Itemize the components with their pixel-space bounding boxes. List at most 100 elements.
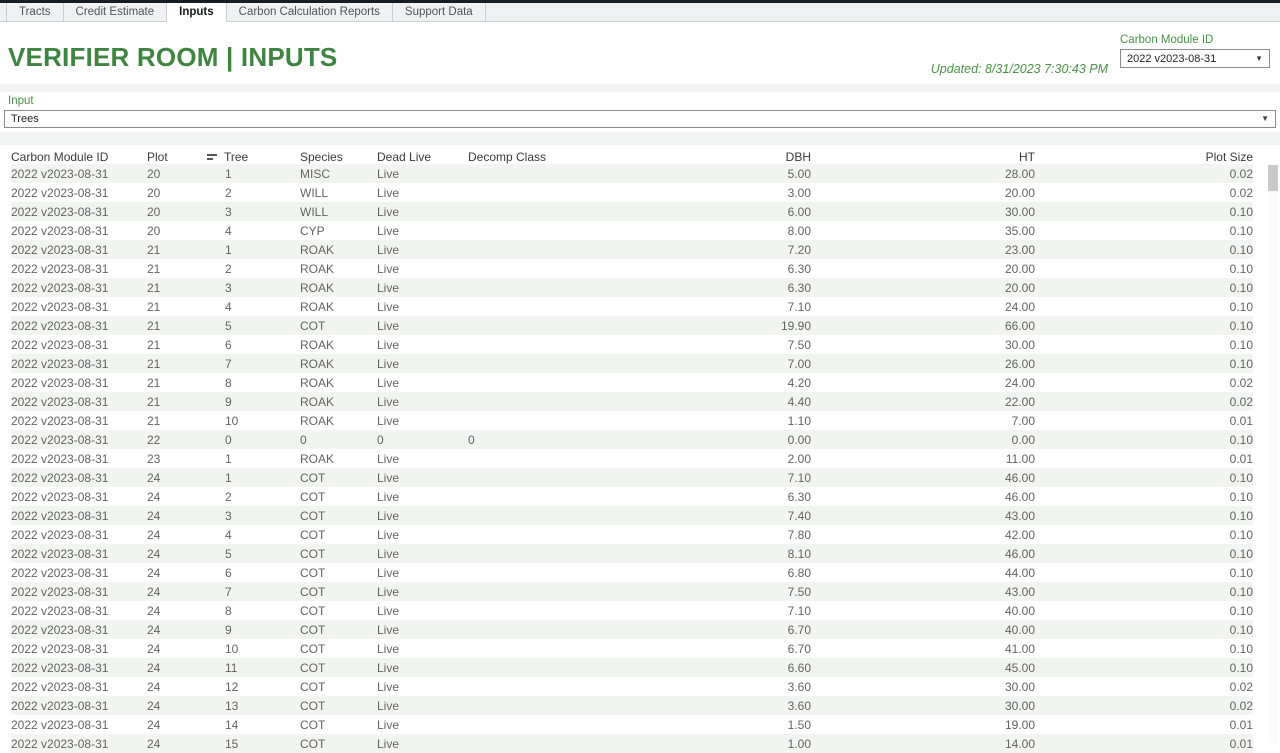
cell-ht: 20.00: [1004, 261, 1035, 276]
cell-dead-live: Live: [377, 696, 468, 715]
cell-dbh: 7.10: [618, 468, 811, 487]
cell-dead-live: Live: [377, 658, 468, 677]
cell-tree: 2: [225, 489, 232, 504]
cell-carbon-module-id: 2022 v2023-08-31: [11, 223, 109, 238]
cell-species: ROAK: [300, 261, 335, 276]
cell-tree: 1: [207, 240, 300, 259]
tab-inputs[interactable]: Inputs: [167, 3, 227, 22]
column-header-ht[interactable]: HT: [811, 147, 1035, 164]
table-row[interactable]: 2022 v2023-08-31 22 0 0 0 0 0.00 0.00 0.10: [11, 430, 1253, 449]
tab-carbon-calculation-reports[interactable]: Carbon Calculation Reports: [226, 3, 393, 21]
table-row[interactable]: 2022 v2023-08-31 24 11 COT Live 6.60 45.00 0.10: [11, 658, 1253, 677]
table-row[interactable]: 2022 v2023-08-31 24 13 COT Live 3.60 30.00 0.02: [11, 696, 1253, 715]
cell-ht: 7.00: [1011, 413, 1035, 428]
scrollbar-thumb[interactable]: [1268, 165, 1278, 191]
table-row[interactable]: 2022 v2023-08-31 20 1 MISC Live 5.00 28.00 0.02: [11, 164, 1253, 183]
cell-carbon-module-id: 2022 v2023-08-31: [11, 451, 109, 466]
vertical-scrollbar[interactable]: [1268, 165, 1278, 743]
tab-credit-estimate[interactable]: Credit Estimate: [63, 3, 168, 21]
cell-plot-size: 0.10: [1229, 223, 1253, 238]
cell-dbh: 3.00: [787, 185, 811, 200]
cell-tree: 9: [207, 392, 300, 411]
cell-plot-size: 0.01: [1229, 413, 1253, 428]
table-row[interactable]: 2022 v2023-08-31 20 3 WILL Live 6.00 30.00 0.10: [11, 202, 1253, 221]
cell-plot-size: 0.10: [1035, 658, 1253, 677]
column-header-species[interactable]: Species: [300, 147, 377, 164]
column-header-plot-size[interactable]: Plot Size: [1035, 147, 1253, 164]
table-row[interactable]: 2022 v2023-08-31 21 3 ROAK Live 6.30 20.00 0.10: [11, 278, 1253, 297]
cell-dead-live: Live: [377, 223, 400, 238]
cell-decomp-class: [468, 734, 618, 753]
cell-dbh: 6.60: [618, 658, 811, 677]
table-row[interactable]: 2022 v2023-08-31 20 4 CYP Live 8.00 35.00 0.10: [11, 221, 1253, 240]
cell-decomp-class: [468, 563, 618, 582]
column-header-tree[interactable]: Tree: [207, 147, 300, 164]
cell-species: COT: [300, 544, 377, 563]
cell-species: ROAK: [300, 375, 335, 390]
cell-ht: 23.00: [811, 240, 1035, 259]
cell-tree: 8: [225, 603, 232, 618]
table-row[interactable]: 2022 v2023-08-31 24 9 COT Live 6.70 40.00 0.10: [11, 620, 1253, 639]
cell-ht: 42.00: [1004, 527, 1035, 542]
cell-carbon-module-id: 2022 v2023-08-31: [11, 354, 147, 373]
table-row[interactable]: 2022 v2023-08-31 24 10 COT Live 6.70 41.00 0.10: [11, 639, 1253, 658]
cell-plot: 21: [147, 299, 161, 314]
cell-plot: 21: [147, 413, 161, 428]
cell-decomp-class: [468, 183, 618, 202]
table-row[interactable]: 2022 v2023-08-31 24 12 COT Live 3.60 30.00 0.02: [11, 677, 1253, 696]
cell-decomp-class: [468, 392, 618, 411]
cell-ht: 46.00: [811, 544, 1035, 563]
input-filter-label: Input: [8, 95, 34, 107]
cell-ht: 30.00: [1004, 337, 1035, 352]
cell-decomp-class: [468, 506, 618, 525]
column-header-decomp-class[interactable]: Decomp Class: [468, 147, 618, 164]
table-row[interactable]: 2022 v2023-08-31 21 5 COT Live 19.90 66.00 0.10: [11, 316, 1253, 335]
table-row[interactable]: 2022 v2023-08-31 24 5 COT Live 8.10 46.00 0.10: [11, 544, 1253, 563]
table-row[interactable]: 2022 v2023-08-31 24 2 COT Live 6.30 46.00 0.10: [11, 487, 1253, 506]
carbon-module-id-block: Carbon Module ID 2022 v2023-08-31 ▼: [1120, 34, 1270, 68]
cell-species: ROAK: [300, 299, 335, 314]
table-row[interactable]: 2022 v2023-08-31 21 8 ROAK Live 4.20 24.00 0.02: [11, 373, 1253, 392]
cell-species: COT: [300, 489, 326, 504]
cell-plot-size: 0.10: [1229, 603, 1253, 618]
table-row[interactable]: 2022 v2023-08-31 21 6 ROAK Live 7.50 30.00 0.10: [11, 335, 1253, 354]
table-row[interactable]: 2022 v2023-08-31 24 14 COT Live 1.50 19.00 0.01: [11, 715, 1253, 734]
cell-carbon-module-id: 2022 v2023-08-31: [11, 164, 147, 183]
table-row[interactable]: 2022 v2023-08-31 21 1 ROAK Live 7.20 23.00 0.10: [11, 240, 1253, 259]
table-row[interactable]: 2022 v2023-08-31 24 7 COT Live 7.50 43.00 0.10: [11, 582, 1253, 601]
table-row[interactable]: 2022 v2023-08-31 24 15 COT Live 1.00 14.00 0.01: [11, 734, 1253, 753]
table-row[interactable]: 2022 v2023-08-31 24 6 COT Live 6.80 44.00 0.10: [11, 563, 1253, 582]
chevron-down-icon: ▼: [1255, 53, 1263, 63]
table-row[interactable]: 2022 v2023-08-31 21 2 ROAK Live 6.30 20.00 0.10: [11, 259, 1253, 278]
table-row[interactable]: 2022 v2023-08-31 21 10 ROAK Live 1.10 7.00 0.01: [11, 411, 1253, 430]
column-header-plot[interactable]: Plot: [147, 147, 207, 164]
table-row[interactable]: 2022 v2023-08-31 21 9 ROAK Live 4.40 22.00 0.02: [11, 392, 1253, 411]
carbon-module-id-select[interactable]: 2022 v2023-08-31 ▼: [1120, 49, 1270, 68]
table-row[interactable]: 2022 v2023-08-31 23 1 ROAK Live 2.00 11.00 0.01: [11, 449, 1253, 468]
table-row[interactable]: 2022 v2023-08-31 21 7 ROAK Live 7.00 26.00 0.10: [11, 354, 1253, 373]
cell-plot-size: 0.10: [1229, 261, 1253, 276]
table-row[interactable]: 2022 v2023-08-31 20 2 WILL Live 3.00 20.00 0.02: [11, 183, 1253, 202]
table-row[interactable]: 2022 v2023-08-31 24 8 COT Live 7.10 40.00 0.10: [11, 601, 1253, 620]
cell-plot: 24: [147, 468, 207, 487]
cell-tree: 6: [225, 565, 232, 580]
carbon-module-id-selected-value: 2022 v2023-08-31: [1127, 52, 1217, 65]
table-row[interactable]: 2022 v2023-08-31 24 3 COT Live 7.40 43.00 0.10: [11, 506, 1253, 525]
column-header-carbon-module-id[interactable]: Carbon Module ID: [11, 147, 147, 164]
table-row[interactable]: 2022 v2023-08-31 24 4 COT Live 7.80 42.00 0.10: [11, 525, 1253, 544]
column-header-dbh[interactable]: DBH: [618, 147, 811, 164]
cell-plot: 21: [147, 337, 161, 352]
cell-plot: 24: [147, 679, 161, 694]
tab-support-data[interactable]: Support Data: [392, 3, 486, 21]
column-header-dead-live[interactable]: Dead Live: [377, 147, 468, 164]
cell-carbon-module-id: 2022 v2023-08-31: [11, 375, 109, 390]
tab-tracts[interactable]: Tracts: [6, 3, 64, 21]
cell-decomp-class: [468, 278, 618, 297]
input-type-select[interactable]: Trees ▼: [4, 110, 1276, 128]
cell-decomp-class: [468, 658, 618, 677]
cell-tree: 1: [225, 451, 232, 466]
table-row[interactable]: 2022 v2023-08-31 21 4 ROAK Live 7.10 24.00 0.10: [11, 297, 1253, 316]
table-row[interactable]: 2022 v2023-08-31 24 1 COT Live 7.10 46.00 0.10: [11, 468, 1253, 487]
cell-decomp-class: [468, 316, 618, 335]
cell-dbh: 6.80: [787, 565, 811, 580]
